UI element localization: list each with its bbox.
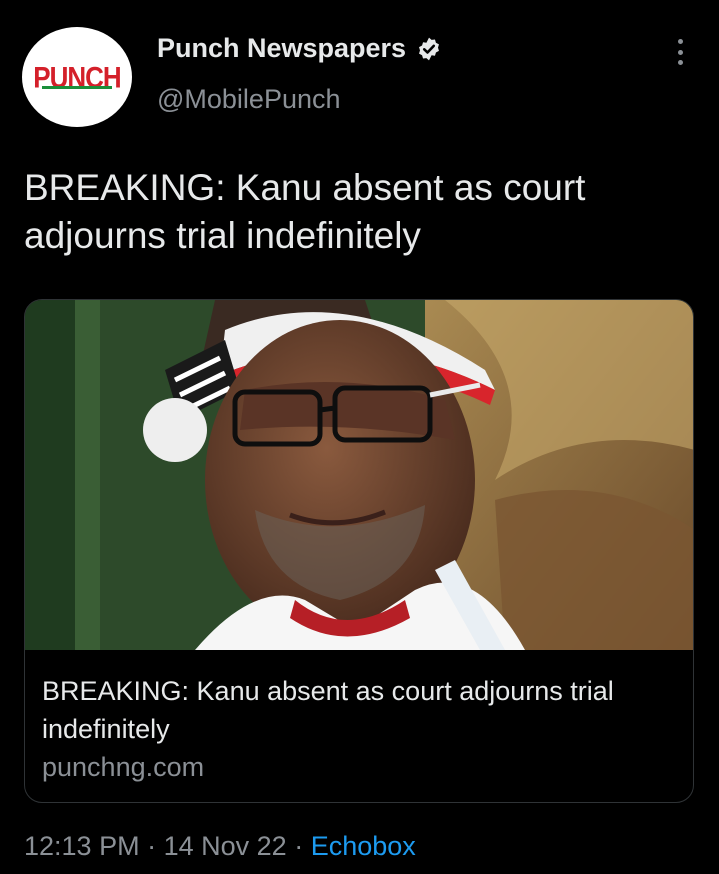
author-name[interactable]: Punch Newspapers bbox=[157, 33, 442, 64]
tweet-text: BREAKING: Kanu absent as court adjourns … bbox=[24, 167, 586, 256]
author-handle[interactable]: @MobilePunch bbox=[157, 84, 341, 115]
author-name-text: Punch Newspapers bbox=[157, 33, 407, 63]
separator: · bbox=[147, 831, 157, 861]
more-options-icon[interactable] bbox=[670, 37, 690, 67]
separator: · bbox=[294, 831, 304, 861]
avatar[interactable]: PUNCH bbox=[22, 27, 132, 127]
tweet-meta: 12:13 PM · 14 Nov 22 · Echobox bbox=[24, 831, 416, 862]
card-domain: punchng.com bbox=[42, 752, 205, 782]
verified-badge-icon bbox=[419, 37, 440, 60]
logo-stripe bbox=[42, 86, 112, 89]
card-image bbox=[25, 300, 693, 650]
tweet-date[interactable]: 14 Nov 22 bbox=[164, 831, 287, 861]
more-dot bbox=[677, 49, 683, 55]
link-card[interactable]: BREAKING: Kanu absent as court adjourns … bbox=[24, 299, 694, 803]
more-dot bbox=[677, 39, 683, 44]
tweet-source-link[interactable]: Echobox bbox=[311, 831, 416, 861]
more-dot bbox=[677, 60, 683, 65]
card-title: BREAKING: Kanu absent as court adjourns … bbox=[42, 676, 614, 744]
tweet-time[interactable]: 12:13 PM bbox=[24, 831, 140, 861]
punch-logo: PUNCH bbox=[33, 59, 121, 94]
